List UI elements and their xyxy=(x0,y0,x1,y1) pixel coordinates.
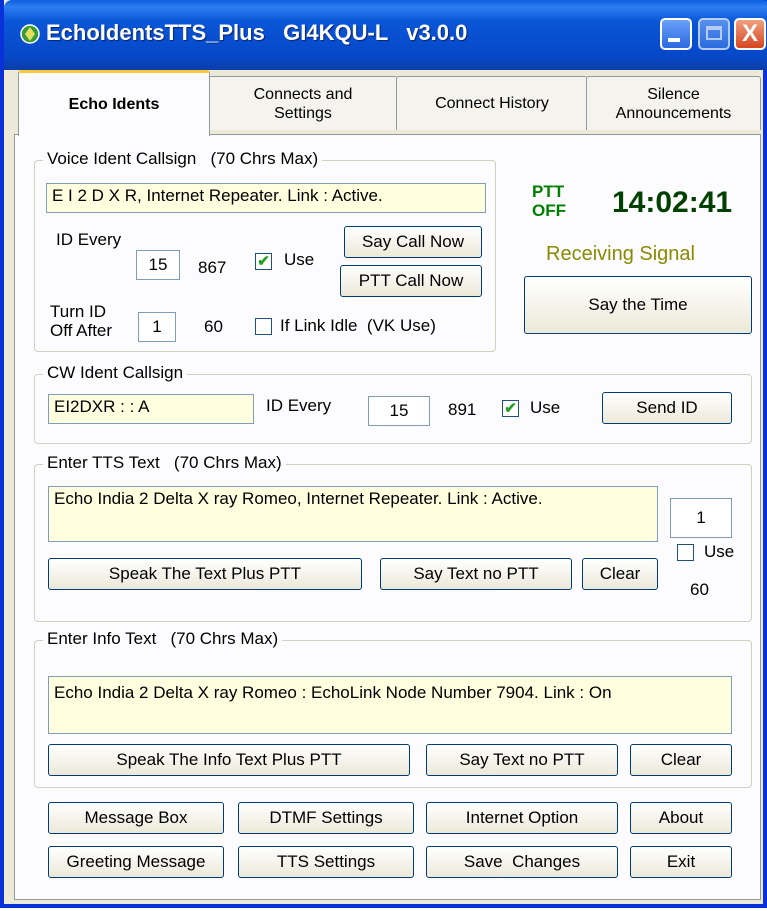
voice-callsign-input[interactable]: E I 2 D X R, Internet Repeater. Link : A… xyxy=(46,183,486,213)
voice-id-every-label: ID Every xyxy=(56,230,122,249)
maximize-button[interactable] xyxy=(698,18,730,50)
receiving-signal-status: Receiving Signal xyxy=(546,243,695,265)
checkmark-icon: ✔ xyxy=(257,253,270,270)
tts-text-input[interactable]: Echo India 2 Delta X ray Romeo, Internet… xyxy=(48,486,658,542)
checkmark-icon: ✔ xyxy=(504,400,517,417)
cw-use-label: Use xyxy=(530,398,561,417)
say-info-no-ptt-button[interactable]: Say Text no PTT xyxy=(426,744,618,776)
tab-silence-announcements[interactable]: Silence Announcements xyxy=(586,76,761,130)
internet-option-button[interactable]: Internet Option xyxy=(426,802,618,834)
tts-counter: 60 xyxy=(690,580,709,599)
voice-id-counter: 867 xyxy=(198,258,227,277)
window-title: EchoIdentsTTS_Plus GI4KQU-L v3.0.0 xyxy=(46,20,468,45)
cw-id-counter: 891 xyxy=(448,400,477,419)
if-link-idle-checkbox[interactable] xyxy=(255,318,272,335)
message-box-button[interactable]: Message Box xyxy=(48,802,224,834)
send-id-button[interactable]: Send ID xyxy=(602,392,732,424)
tts-use-checkbox[interactable] xyxy=(677,544,694,561)
cw-use-checkbox[interactable]: ✔ xyxy=(502,400,519,417)
info-clear-button[interactable]: Clear xyxy=(630,744,732,776)
say-text-no-ptt-button[interactable]: Say Text no PTT xyxy=(380,558,572,590)
if-link-idle-label: If Link Idle (VK Use) xyxy=(280,316,436,335)
tts-text-legend: Enter TTS Text (70 Chrs Max) xyxy=(43,453,286,473)
tts-settings-button[interactable]: TTS Settings xyxy=(238,846,414,878)
close-button[interactable]: X xyxy=(734,18,766,50)
tab-connects-and-settings[interactable]: Connects and Settings xyxy=(208,76,398,130)
voice-ident-legend: Voice Ident Callsign (70 Chrs Max) xyxy=(43,149,323,169)
voice-use-checkbox[interactable]: ✔ xyxy=(255,253,272,270)
app-window: EchoIdentsTTS_Plus GI4KQU-L v3.0.0 X Ech… xyxy=(0,0,767,908)
ptt-status: PTT OFF xyxy=(532,182,566,220)
close-icon: X xyxy=(741,20,758,47)
cw-ident-legend: CW Ident Callsign xyxy=(43,363,188,383)
greeting-message-button[interactable]: Greeting Message xyxy=(48,846,224,878)
tab-echo-idents[interactable]: Echo Idents xyxy=(18,70,210,136)
exit-button[interactable]: Exit xyxy=(630,846,732,878)
tab-label: Echo Idents xyxy=(68,96,160,113)
turn-off-counter: 60 xyxy=(204,317,223,336)
title-bar[interactable]: EchoIdentsTTS_Plus GI4KQU-L v3.0.0 X xyxy=(4,0,767,70)
tab-label: Connect History xyxy=(435,95,549,112)
voice-id-every-input[interactable]: 15 xyxy=(136,250,180,280)
cw-id-every-input[interactable]: 15 xyxy=(368,396,430,426)
say-call-now-button[interactable]: Say Call Now xyxy=(344,226,482,258)
clock-display: 14:02:41 xyxy=(612,186,733,219)
app-icon xyxy=(20,24,40,44)
tts-repeat-input[interactable]: 1 xyxy=(670,498,732,538)
minimize-button[interactable] xyxy=(660,18,692,50)
tab-label: Silence Announcements xyxy=(615,85,732,122)
speak-text-plus-ptt-button[interactable]: Speak The Text Plus PTT xyxy=(48,558,362,590)
tts-use-label: Use xyxy=(704,542,735,561)
say-the-time-button[interactable]: Say the Time xyxy=(524,276,752,334)
dtmf-settings-button[interactable]: DTMF Settings xyxy=(238,802,414,834)
tab-connect-history[interactable]: Connect History xyxy=(396,76,588,130)
info-text-legend: Enter Info Text (70 Chrs Max) xyxy=(43,629,283,649)
voice-use-label: Use xyxy=(284,250,315,269)
tab-label: Connects and Settings xyxy=(253,85,353,122)
turn-id-off-input[interactable]: 1 xyxy=(138,312,176,342)
ptt-call-now-button[interactable]: PTT Call Now xyxy=(340,265,482,297)
about-button[interactable]: About xyxy=(630,802,732,834)
save-changes-button[interactable]: Save Changes xyxy=(426,846,618,878)
turn-id-off-label: Turn ID Off After xyxy=(50,302,113,340)
info-text-input[interactable]: Echo India 2 Delta X ray Romeo : EchoLin… xyxy=(48,676,732,734)
speak-info-plus-ptt-button[interactable]: Speak The Info Text Plus PTT xyxy=(48,744,410,776)
tts-clear-button[interactable]: Clear xyxy=(582,558,658,590)
cw-callsign-input[interactable]: EI2DXR : : A xyxy=(48,394,254,424)
cw-id-every-label: ID Every xyxy=(266,396,332,415)
